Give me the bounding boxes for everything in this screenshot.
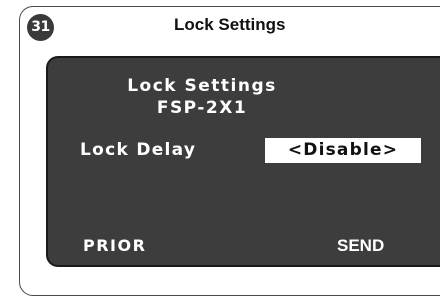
screen-title: Lock Settings	[127, 76, 277, 96]
lock-delay-value[interactable]: <Disable>	[265, 138, 421, 163]
step-title: Lock Settings	[174, 15, 286, 34]
prior-softkey[interactable]: PRIOR	[83, 236, 146, 255]
lock-delay-label: Lock Delay	[80, 140, 197, 160]
device-model: FSP-2X1	[156, 98, 248, 118]
device-lcd-screen: Lock Settings FSP-2X1 Lock Delay <Disabl…	[46, 56, 440, 267]
send-softkey[interactable]: SEND	[337, 236, 384, 256]
step-number-badge: 31	[27, 14, 54, 41]
